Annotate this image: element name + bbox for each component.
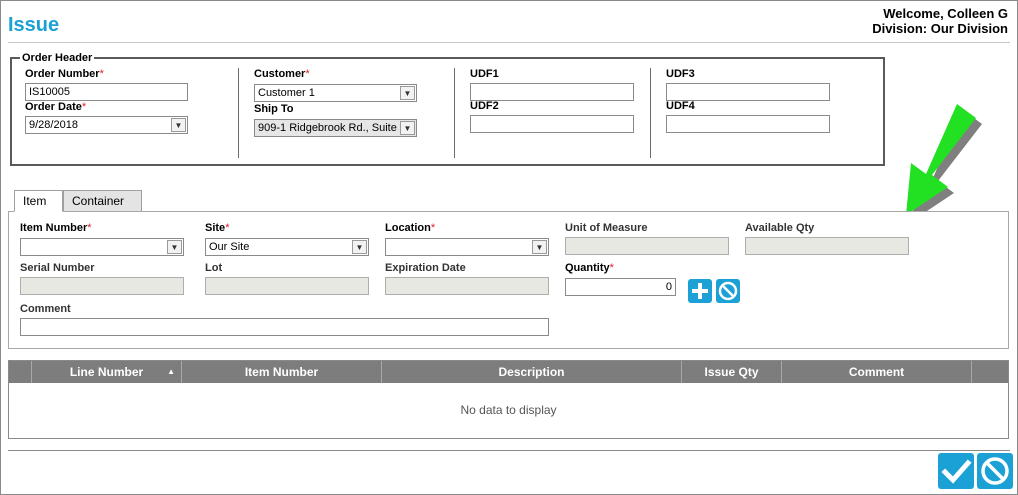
column-comment[interactable]: Comment [782, 361, 972, 383]
quantity-label: Quantity* [565, 262, 614, 274]
ship-to-label: Ship To [254, 103, 294, 115]
item-number-label: Item Number* [20, 222, 92, 234]
udf3-input[interactable] [666, 83, 830, 101]
comment-label: Comment [20, 303, 71, 315]
chevron-down-icon[interactable]: ▼ [400, 86, 415, 100]
cancel-button[interactable] [977, 453, 1013, 489]
order-header-legend: Order Header [22, 52, 93, 64]
udf2-input[interactable] [470, 115, 634, 133]
header-divider [8, 42, 1010, 43]
chevron-down-icon[interactable]: ▼ [532, 240, 547, 254]
cancel-icon [718, 281, 738, 301]
page-title: Issue [8, 14, 60, 36]
site-label: Site* [205, 222, 230, 234]
column-issue-qty[interactable]: Issue Qty [682, 361, 782, 383]
customer-select[interactable]: Customer 1 ▼ [254, 84, 417, 102]
available-qty-field [745, 237, 909, 255]
submit-button[interactable] [938, 453, 974, 489]
order-number-label: Order Number* [25, 68, 104, 80]
column-item-number[interactable]: Item Number [182, 361, 382, 383]
item-number-select[interactable]: ▼ [20, 238, 184, 256]
tab-item[interactable]: Item [14, 190, 63, 212]
column-line-number[interactable]: Line Number ▲ [32, 361, 182, 383]
add-line-button[interactable] [688, 279, 712, 303]
lot-label: Lot [205, 262, 223, 274]
quantity-input[interactable]: 0 [565, 278, 676, 296]
udf1-label: UDF1 [470, 68, 499, 80]
plus-icon [692, 283, 708, 299]
location-select[interactable]: ▼ [385, 238, 549, 256]
grid-select-column [9, 361, 32, 383]
chevron-down-icon[interactable]: ▼ [167, 240, 182, 254]
udf3-label: UDF3 [666, 68, 695, 80]
welcome-text: Welcome, Colleen G [883, 6, 1008, 21]
udf4-label: UDF4 [666, 100, 695, 112]
user-info: Welcome, Colleen G Division: Our Divisio… [872, 6, 1008, 36]
ship-to-select[interactable]: 909-1 Ridgebrook Rd., Suite ▼ [254, 119, 417, 137]
grid-header: Line Number ▲ Item Number Description Is… [9, 361, 1008, 383]
customer-label: Customer* [254, 68, 310, 80]
serial-number-field [20, 277, 184, 295]
chevron-down-icon[interactable]: ▼ [400, 121, 415, 135]
expiration-date-label: Expiration Date [385, 262, 466, 274]
order-date-picker[interactable]: 9/28/2018 ▼ [25, 116, 188, 134]
udf1-input[interactable] [470, 83, 634, 101]
udf2-label: UDF2 [470, 100, 499, 112]
udf4-input[interactable] [666, 115, 830, 133]
column-divider [650, 68, 651, 158]
site-select[interactable]: Our Site ▼ [205, 238, 369, 256]
chevron-down-icon[interactable]: ▼ [171, 118, 186, 132]
clear-line-button[interactable] [716, 279, 740, 303]
issue-lines-grid: Line Number ▲ Item Number Description Is… [8, 360, 1009, 439]
comment-input[interactable] [20, 318, 549, 336]
empty-grid-message: No data to display [460, 403, 557, 417]
sort-ascending-icon: ▲ [167, 367, 175, 376]
order-header-group: Order Header [10, 52, 885, 166]
serial-number-label: Serial Number [20, 262, 95, 274]
lot-field [205, 277, 369, 295]
unit-of-measure-field [565, 237, 729, 255]
tab-container[interactable]: Container [63, 190, 142, 212]
division-text: Division: Our Division [872, 21, 1008, 36]
expiration-date-field [385, 277, 549, 295]
column-divider [454, 68, 455, 158]
footer-divider [8, 450, 1010, 451]
unit-of-measure-label: Unit of Measure [565, 222, 648, 234]
chevron-down-icon[interactable]: ▼ [352, 240, 367, 254]
green-arrow-icon [906, 104, 982, 221]
order-number-input[interactable]: IS10005 [25, 83, 188, 101]
available-qty-label: Available Qty [745, 222, 815, 234]
column-description[interactable]: Description [382, 361, 682, 383]
location-label: Location* [385, 222, 436, 234]
cancel-icon [981, 457, 1009, 485]
order-date-label: Order Date* [25, 101, 87, 113]
column-divider [238, 68, 239, 158]
check-icon [941, 459, 972, 484]
